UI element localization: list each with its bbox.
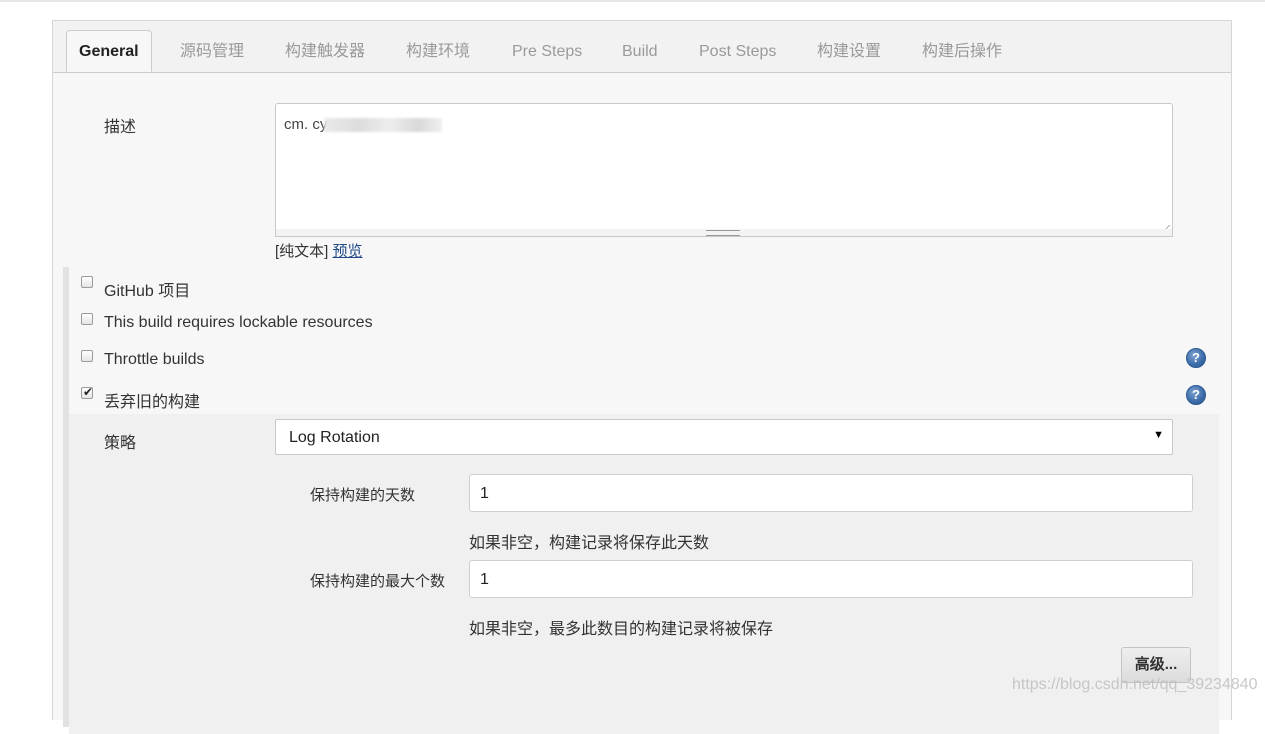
discard-old-builds-label: 丢弃旧的构建 (104, 394, 201, 411)
max-builds-hint: 如果非空，最多此数目的构建记录将被保存 (469, 621, 774, 638)
watermark: https://blog.csdn.net/qq_39234840 (1012, 676, 1258, 693)
lockable-resources-checkbox[interactable] (81, 313, 93, 325)
days-to-keep-label: 保持构建的天数 (310, 487, 416, 504)
tab-general[interactable]: General (66, 30, 152, 72)
textarea-resize-bar[interactable] (275, 229, 1173, 237)
max-builds-label: 保持构建的最大个数 (310, 573, 446, 590)
grabber-icon (706, 230, 740, 236)
throttle-builds-checkbox[interactable] (81, 350, 93, 362)
days-to-keep-input[interactable]: 1 (469, 474, 1193, 512)
tab-build-environment[interactable]: 构建环境 (406, 21, 470, 72)
github-project-label: GitHub 项目 (104, 283, 191, 300)
tab-post-steps[interactable]: Post Steps (699, 21, 776, 72)
format-prefix: [纯文本] (275, 243, 329, 260)
tab-source-management[interactable]: 源码管理 (180, 21, 244, 72)
tab-post-build-actions[interactable]: 构建后操作 (922, 21, 1002, 72)
days-to-keep-value: 1 (480, 485, 489, 502)
tab-pre-steps[interactable]: Pre Steps (512, 21, 582, 72)
tab-build-settings[interactable]: 构建设置 (817, 21, 881, 72)
max-builds-value: 1 (480, 571, 489, 588)
discard-old-builds-checkbox[interactable]: ✔ (81, 385, 94, 399)
description-label: 描述 (104, 119, 137, 136)
max-builds-input[interactable]: 1 (469, 560, 1193, 598)
description-format: [纯文本] 预览 (275, 240, 363, 261)
strategy-label: 策略 (104, 435, 137, 452)
tab-build[interactable]: Build (622, 21, 658, 72)
strategy-select[interactable]: Log Rotation ▼ (275, 419, 1173, 455)
preview-link[interactable]: 预览 (333, 243, 363, 260)
tab-bar: General 源码管理 构建触发器 构建环境 Pre Steps Build … (53, 21, 1231, 73)
help-icon[interactable]: ? (1186, 385, 1206, 405)
check-icon: ✔ (83, 385, 94, 399)
dropdown-arrow-icon: ▼ (1153, 429, 1164, 441)
throttle-builds-label: Throttle builds (104, 351, 205, 368)
config-panel: General 源码管理 构建触发器 构建环境 Pre Steps Build … (52, 20, 1232, 734)
tab-build-triggers[interactable]: 构建触发器 (285, 21, 365, 72)
help-icon[interactable]: ? (1186, 348, 1206, 368)
lockable-resources-label: This build requires lockable resources (104, 314, 373, 331)
top-divider (0, 0, 1265, 2)
strategy-selected: Log Rotation (289, 429, 380, 446)
github-project-checkbox[interactable] (81, 276, 93, 288)
days-to-keep-hint: 如果非空，构建记录将保存此天数 (469, 535, 710, 552)
description-value: cm. cy (284, 116, 328, 133)
redaction-blur (324, 118, 442, 132)
description-textarea[interactable]: cm. cy (275, 103, 1173, 237)
